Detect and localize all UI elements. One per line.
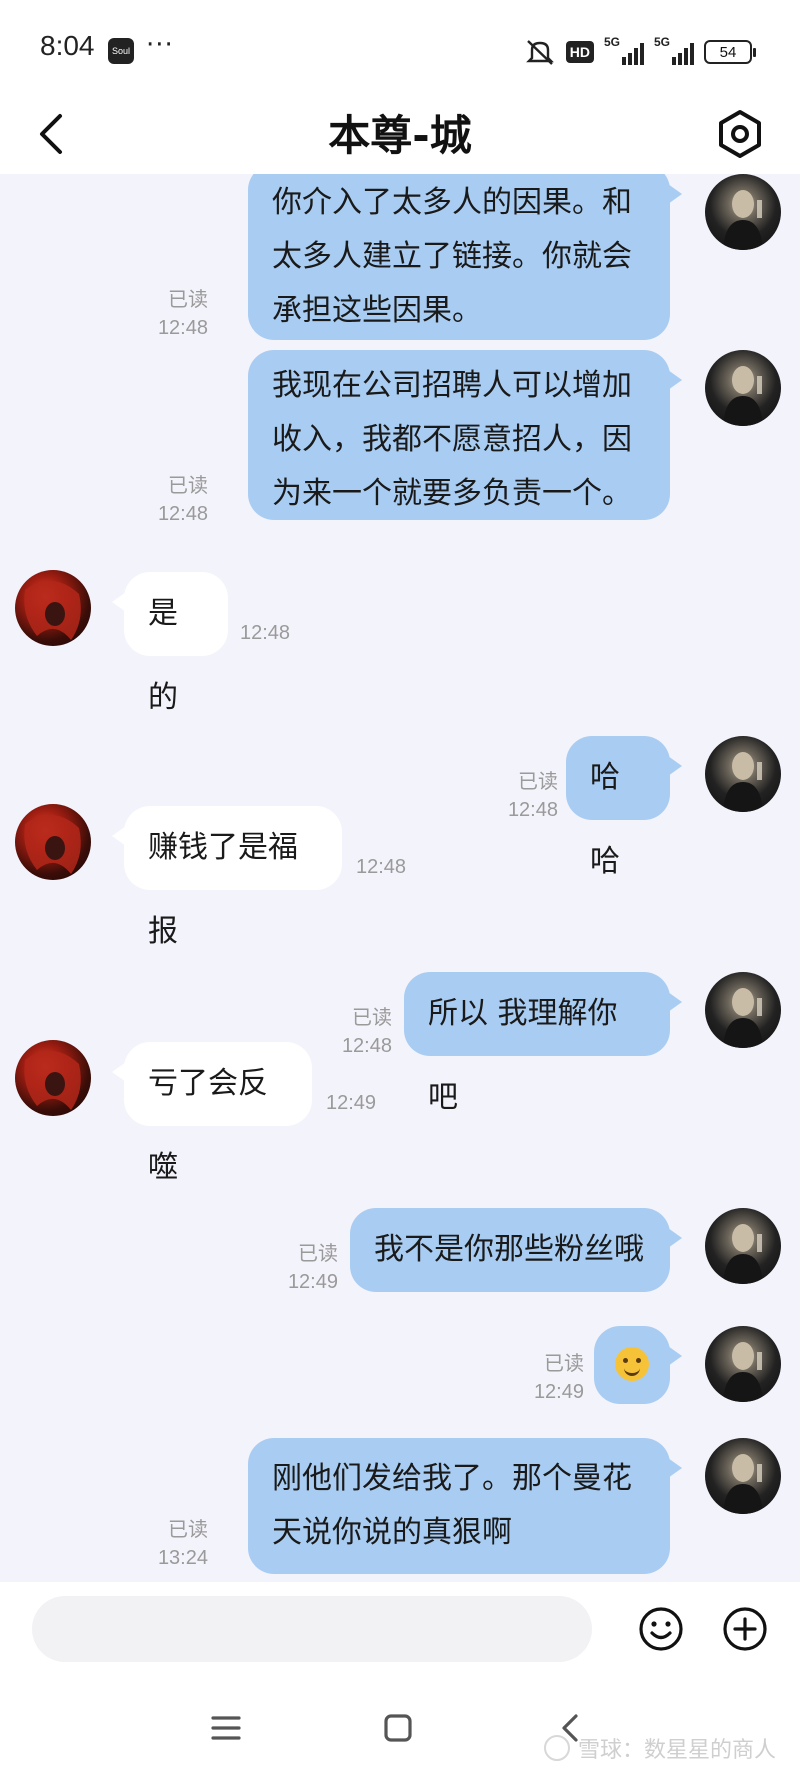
- battery-icon: 54: [704, 40, 756, 64]
- chat-header: 本尊-城: [0, 96, 800, 174]
- message-text: 赚钱了是福报: [148, 830, 298, 949]
- message-time: 12:48: [157, 503, 208, 525]
- my-avatar[interactable]: [705, 1438, 781, 1514]
- emoji-icon[interactable]: [632, 1600, 690, 1658]
- message-time: 13:24: [157, 1547, 208, 1569]
- message-text: 天说你说的真狠啊: [272, 1515, 512, 1550]
- message-meta: 已读 12:48: [158, 286, 208, 342]
- menu-icon[interactable]: [204, 1706, 248, 1750]
- my-avatar[interactable]: [705, 174, 781, 250]
- message-text: 我现在公司招聘人可以增加: [272, 368, 632, 403]
- message-bubble[interactable]: 我现在公司招聘人可以增加 收入，我都不愿意招人，因 为来一个就要多负责一个。: [248, 350, 682, 520]
- watermark-text: 雪球：数星星的商人: [577, 1738, 776, 1763]
- smile-emoji-icon: [615, 1346, 649, 1381]
- more-notifications-icon: ···: [146, 30, 174, 60]
- message-bubble[interactable]: 是的: [112, 572, 228, 715]
- message-text: 是的: [148, 596, 178, 715]
- avatar-image: [723, 1454, 763, 1514]
- avatar-image: [723, 1224, 763, 1284]
- home-icon[interactable]: [376, 1706, 420, 1750]
- message-bubble[interactable]: 亏了会反噬: [112, 1042, 312, 1185]
- soul-app-icon: Soul: [108, 38, 134, 64]
- avatar-image: [723, 190, 763, 250]
- read-receipt: 已读: [544, 1353, 584, 1375]
- avatar-image: [723, 1342, 763, 1402]
- hd-voice-badge: HD: [565, 41, 594, 63]
- message-text: 亏了会反噬: [148, 1066, 268, 1185]
- mute-icon: [525, 40, 554, 65]
- message-meta: 已读 12:48: [158, 472, 208, 528]
- message-list[interactable]: 已读 12:48 你介入了太多人的因果。和 太多人建立了链接。你就会 承担这些因…: [0, 174, 800, 1582]
- signal-icon-2: 5G: [654, 35, 694, 65]
- message-row: 赚钱了是福报 12:48: [0, 804, 800, 949]
- message-input[interactable]: [32, 1596, 592, 1662]
- message-time: 12:49: [533, 1381, 584, 1403]
- network-type-label: 5G: [604, 35, 621, 49]
- composer-bar: [0, 1582, 800, 1678]
- avatar-image: [723, 752, 763, 812]
- avatar-image: [723, 988, 763, 1048]
- avatar-image: [24, 1050, 81, 1110]
- message-bubble[interactable]: 我不是你那些粉丝哦: [350, 1208, 682, 1292]
- message-row: 已读 12:48 我现在公司招聘人可以增加 收入，我都不愿意招人，因 为来一个就…: [0, 350, 800, 550]
- my-avatar[interactable]: [705, 350, 781, 426]
- message-row: 已读 12:48 你介入了太多人的因果。和 太多人建立了链接。你就会 承担这些因…: [0, 174, 800, 344]
- contact-avatar[interactable]: [15, 570, 91, 646]
- watermark: 雪球：数星星的商人: [543, 1732, 776, 1764]
- avatar-image: [24, 580, 81, 640]
- message-text: 为来一个就要多负责一个。: [272, 476, 632, 511]
- message-text: 太多人建立了链接。你就会: [272, 239, 632, 274]
- message-meta: 已读 12:49: [534, 1350, 584, 1406]
- message-bubble[interactable]: [594, 1326, 682, 1404]
- snowball-logo-icon: [543, 1735, 570, 1761]
- status-bar: 8:04 Soul ··· HD 5G 5G 54: [0, 0, 800, 96]
- settings-gear-icon[interactable]: [712, 106, 768, 162]
- message-text: 我不是你那些粉丝哦: [374, 1232, 644, 1267]
- read-receipt: 已读: [518, 771, 558, 793]
- message-time: 12:48: [157, 317, 208, 339]
- message-text: 刚他们发给我了。那个曼花: [272, 1461, 632, 1496]
- plus-icon[interactable]: [716, 1600, 774, 1658]
- chat-title: 本尊-城: [328, 111, 472, 160]
- my-avatar[interactable]: [705, 736, 781, 812]
- message-text: 承担这些因果。: [272, 293, 482, 328]
- message-meta: 已读 12:49: [288, 1240, 338, 1296]
- my-avatar[interactable]: [705, 972, 781, 1048]
- status-time: 8:04: [40, 30, 95, 61]
- read-receipt: 已读: [352, 1007, 392, 1029]
- message-row: 已读 13:24 刚他们发给我了。那个曼花 天说你说的真狠啊: [0, 1438, 800, 1578]
- avatar-image: [723, 366, 763, 426]
- my-avatar[interactable]: [705, 1208, 781, 1284]
- read-receipt: 已读: [168, 475, 208, 497]
- network-type-label: 5G: [654, 35, 671, 49]
- my-avatar[interactable]: [705, 1326, 781, 1402]
- message-time: 12:49: [287, 1271, 338, 1293]
- contact-avatar[interactable]: [15, 1040, 91, 1116]
- message-time: 12:48: [240, 622, 291, 644]
- message-bubble[interactable]: 刚他们发给我了。那个曼花 天说你说的真狠啊: [248, 1438, 682, 1574]
- message-row: 已读 12:49: [0, 1326, 800, 1416]
- message-row: 是的 12:48: [0, 570, 800, 715]
- message-bubble[interactable]: 你介入了太多人的因果。和 太多人建立了链接。你就会 承担这些因果。: [248, 174, 682, 340]
- message-row: 亏了会反噬 12:49: [0, 1040, 800, 1185]
- message-text: 你介入了太多人的因果。和: [272, 185, 632, 220]
- contact-avatar[interactable]: [15, 804, 91, 880]
- message-row: 已读 12:49 我不是你那些粉丝哦: [0, 1208, 800, 1298]
- status-icons: HD 5G 5G 54: [524, 35, 756, 68]
- read-receipt: 已读: [168, 1519, 208, 1541]
- message-text: 收入，我都不愿意招人，因: [272, 422, 632, 457]
- message-time: 12:49: [326, 1092, 377, 1114]
- signal-icon-1: 5G: [604, 35, 644, 65]
- read-receipt: 已读: [168, 289, 208, 311]
- avatar-image: [24, 814, 81, 874]
- message-time: 12:48: [356, 856, 407, 878]
- message-bubble[interactable]: 赚钱了是福报: [112, 806, 342, 949]
- read-receipt: 已读: [298, 1243, 338, 1265]
- message-meta: 已读 13:24: [158, 1516, 208, 1572]
